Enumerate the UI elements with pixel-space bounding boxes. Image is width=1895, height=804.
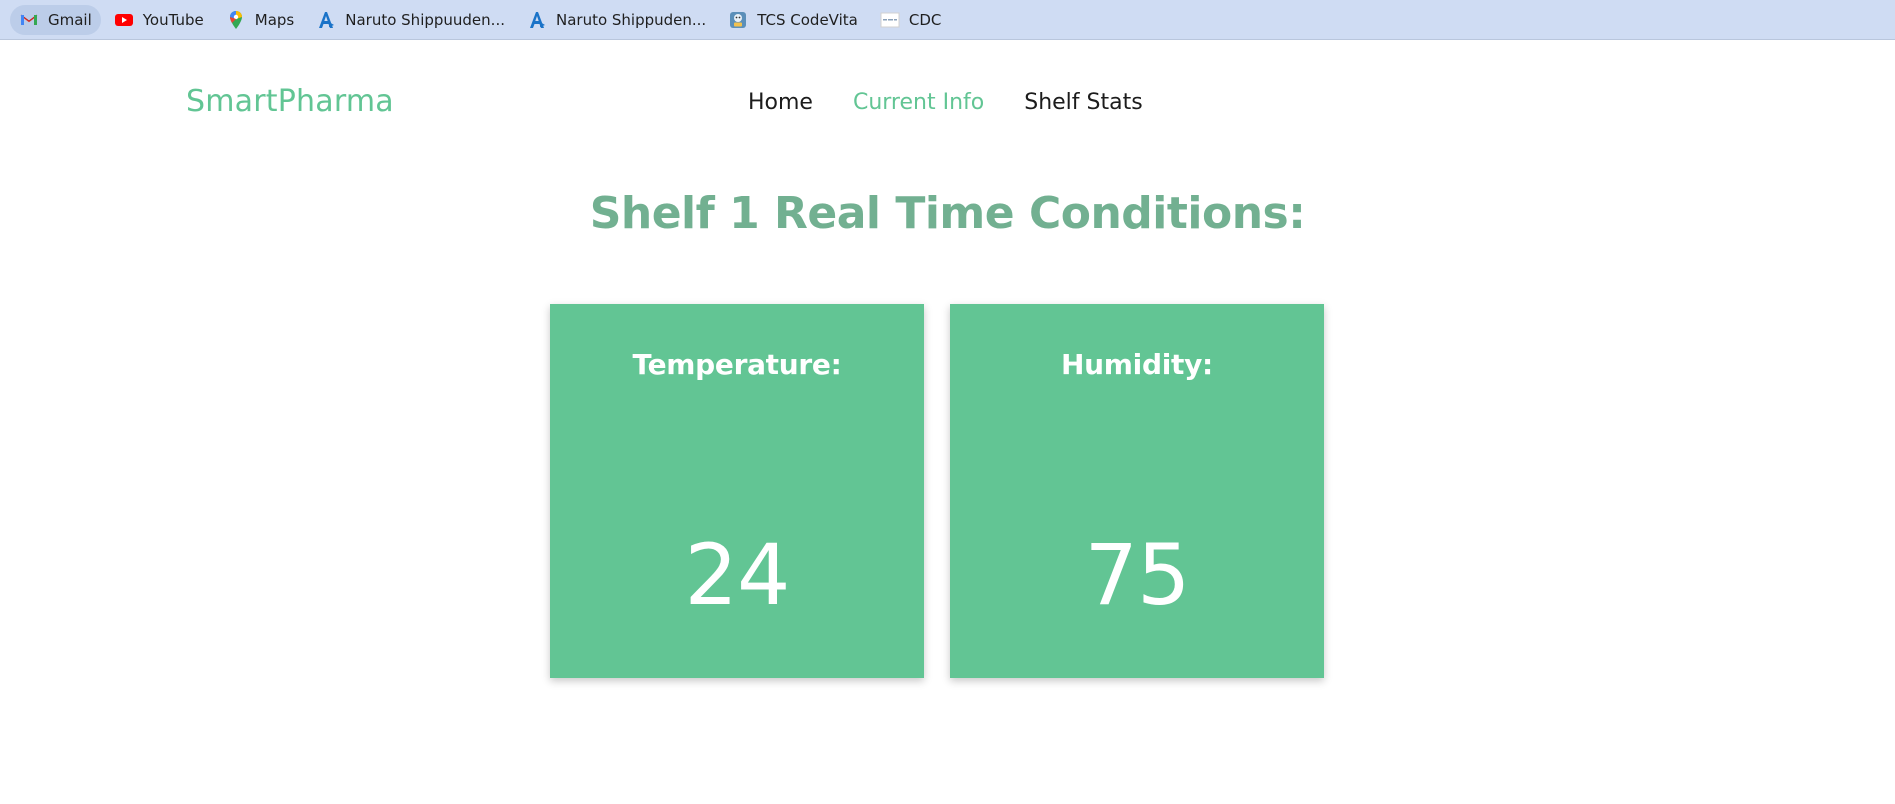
- humidity-card: Humidity: 75: [950, 304, 1324, 678]
- humidity-value: 75: [1084, 526, 1191, 624]
- nav-shelf-stats[interactable]: Shelf Stats: [1024, 90, 1142, 115]
- cdc-icon: [880, 10, 900, 30]
- nav-home[interactable]: Home: [748, 90, 813, 115]
- nav-current-info[interactable]: Current Info: [853, 90, 984, 115]
- anime-site-icon: [527, 10, 547, 30]
- maps-icon: [226, 10, 246, 30]
- temperature-value: 24: [684, 526, 791, 624]
- bookmark-label: CDC: [908, 10, 942, 29]
- temperature-card: Temperature: 24: [550, 304, 924, 678]
- humidity-label: Humidity:: [1061, 348, 1213, 381]
- bookmark-naruto-shippuden[interactable]: Naruto Shippuden...: [518, 5, 715, 35]
- bookmark-cdc[interactable]: CDC: [871, 5, 951, 35]
- bookmark-label: Maps: [254, 10, 295, 29]
- bookmark-label: Naruto Shippuden...: [555, 10, 707, 29]
- bookmark-maps[interactable]: Maps: [217, 5, 303, 35]
- anime-site-icon: [316, 10, 336, 30]
- temperature-label: Temperature:: [632, 348, 842, 381]
- bookmark-youtube[interactable]: YouTube: [105, 5, 213, 35]
- bookmark-tcs-codevita[interactable]: TCS CodeVita: [719, 5, 867, 35]
- codevita-icon: [728, 10, 748, 30]
- page-title: Shelf 1 Real Time Conditions:: [589, 188, 1306, 239]
- gmail-icon: [19, 10, 39, 30]
- bookmark-label: Gmail: [48, 10, 92, 29]
- bookmark-label: YouTube: [142, 10, 204, 29]
- site-logo[interactable]: SmartPharma: [186, 84, 394, 119]
- bookmark-naruto-shippuuden[interactable]: Naruto Shippuuden...: [307, 5, 514, 35]
- bookmark-gmail[interactable]: Gmail: [10, 4, 101, 35]
- bookmark-label: TCS CodeVita: [757, 10, 858, 29]
- main-nav: Home Current Info Shelf Stats: [748, 90, 1143, 115]
- bookmark-label: Naruto Shippuuden...: [345, 10, 505, 29]
- youtube-icon: [114, 10, 134, 30]
- bookmarks-bar: Gmail YouTube Maps Naruto Shippuuden... …: [0, 0, 1895, 40]
